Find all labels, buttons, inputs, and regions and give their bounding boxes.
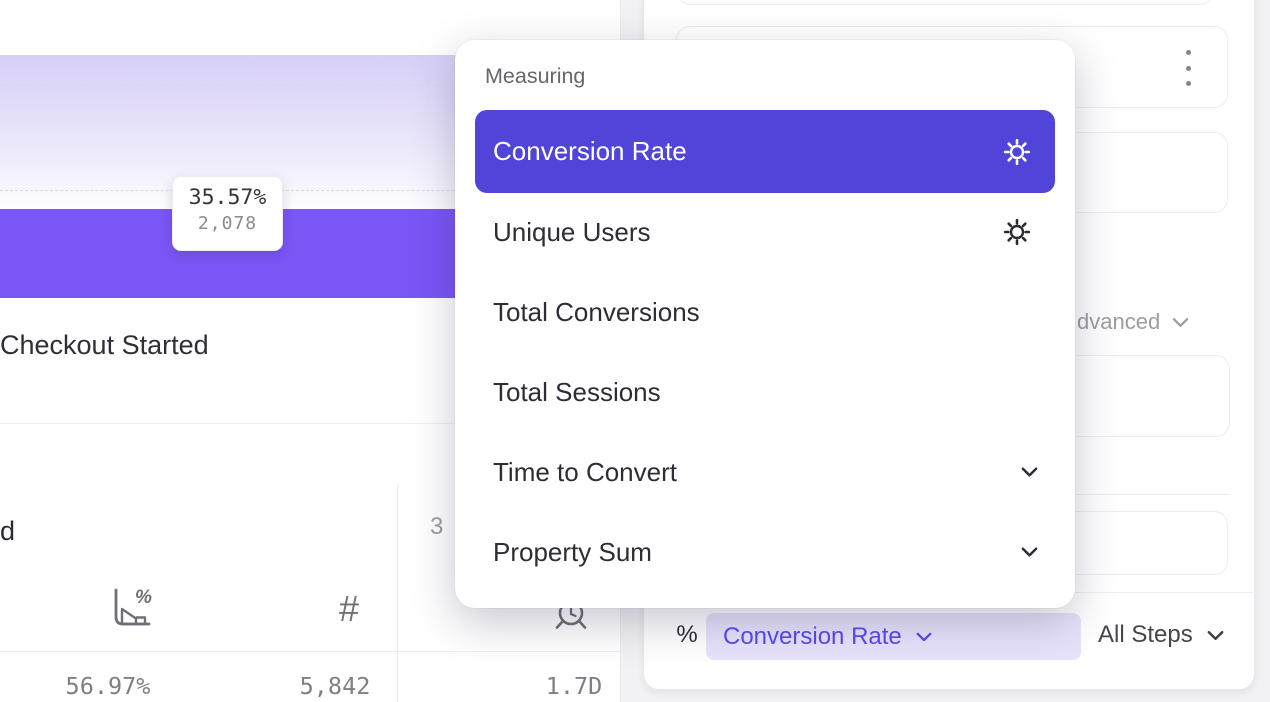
funnel-builder-screen: Checkout Started d 3 % # 56.97% 5,842 1.… — [0, 0, 1270, 702]
menu-item-label: Total Conversions — [493, 297, 700, 328]
menu-item-label: Property Sum — [493, 537, 652, 568]
step-card[interactable] — [678, 0, 1212, 5]
conversion-count-value: 5,842 — [267, 672, 403, 700]
menu-item-total-conversions[interactable]: Total Conversions — [455, 272, 1075, 352]
percent-sign: % — [672, 621, 702, 649]
steps-selector[interactable]: All Steps — [1098, 621, 1224, 649]
chevron-down-icon — [1172, 317, 1189, 328]
conversion-rate-icon[interactable]: % — [107, 587, 155, 631]
menu-item-total-sessions[interactable]: Total Sessions — [455, 352, 1075, 432]
time-to-convert-value: 1.7D — [506, 672, 642, 700]
chevron-down-icon — [916, 632, 932, 642]
menu-item-label: Time to Convert — [493, 457, 677, 488]
bar-tooltip: 35.57% 2,078 — [172, 176, 283, 251]
menu-item-label: Conversion Rate — [475, 136, 687, 167]
tooltip-count: 2,078 — [173, 213, 282, 234]
advanced-toggle[interactable]: dvanced — [1077, 309, 1189, 335]
advanced-label: dvanced — [1077, 309, 1160, 335]
steps-selector-label: All Steps — [1098, 621, 1193, 649]
menu-item-conversion-rate[interactable]: Conversion Rate — [475, 110, 1055, 193]
measurement-chip[interactable]: Conversion Rate — [706, 613, 1081, 660]
menu-item-unique-users[interactable]: Unique Users — [455, 192, 1075, 272]
chevron-down-icon — [1021, 467, 1038, 478]
chevron-down-icon — [1021, 547, 1038, 558]
funnel-step-title: Checkout Started — [0, 330, 209, 361]
hash-icon[interactable]: # — [325, 588, 373, 630]
divider — [0, 651, 620, 652]
menu-item-label: Unique Users — [493, 217, 651, 248]
gear-icon[interactable] — [1003, 218, 1031, 246]
chevron-down-icon — [1207, 630, 1224, 641]
table-next-step-number: 3 — [430, 513, 443, 541]
measuring-dropdown: Measuring Conversion Rate Unique Users — [455, 40, 1075, 608]
measurement-chip-label: Conversion Rate — [723, 623, 902, 651]
tooltip-rate: 35.57% — [173, 185, 282, 210]
column-divider — [397, 485, 398, 702]
table-step-name-partial: d — [0, 516, 15, 547]
svg-text:%: % — [135, 587, 152, 608]
menu-item-time-to-convert[interactable]: Time to Convert — [455, 432, 1075, 512]
conversion-rate-value: 56.97% — [40, 672, 176, 700]
kebab-menu-icon[interactable] — [1175, 50, 1201, 86]
menu-item-label: Total Sessions — [493, 377, 661, 408]
dropdown-section-label: Measuring — [485, 64, 585, 89]
gear-icon[interactable] — [1003, 138, 1031, 166]
menu-item-property-sum[interactable]: Property Sum — [455, 512, 1075, 592]
